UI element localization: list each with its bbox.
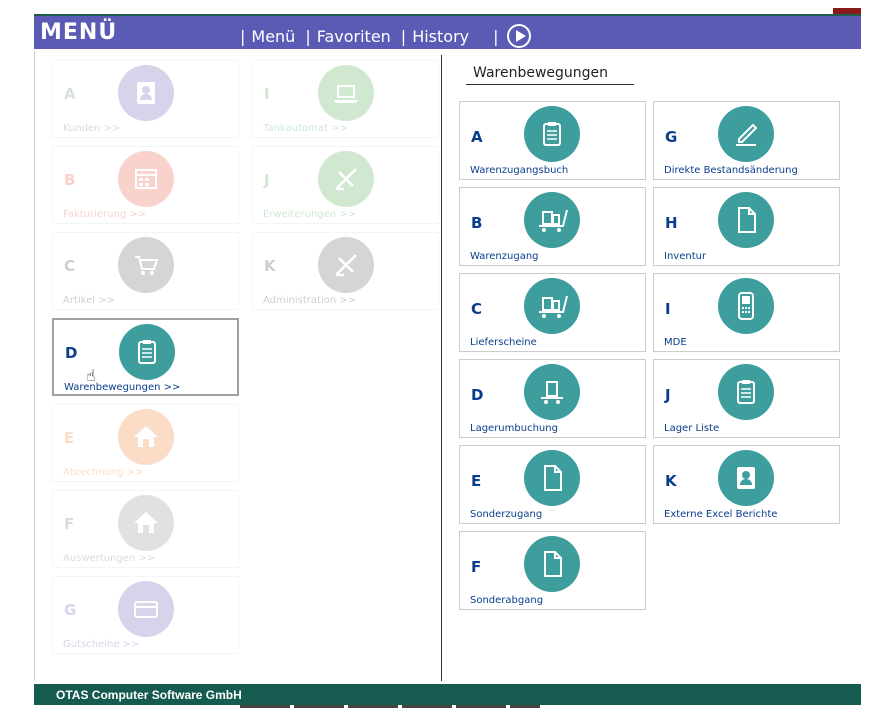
submenu-sonderabgang[interactable]: F Sonderabgang — [459, 531, 646, 610]
section-title-underline — [466, 84, 634, 85]
pen-icon — [718, 106, 774, 162]
menu-card-administration[interactable]: K Administration >> — [252, 232, 439, 310]
tools-icon — [318, 237, 374, 293]
hand-cursor-icon: ☝ — [86, 366, 96, 385]
cart-icon — [118, 237, 174, 293]
clipboard-icon — [524, 106, 580, 162]
submenu-externe-excel-berichte[interactable]: K Externe Excel Berichte — [653, 445, 840, 524]
submenu-direkte-bestandsaenderung[interactable]: G Direkte Bestandsänderung — [653, 101, 840, 180]
house-icon — [118, 409, 174, 465]
trolley-icon — [524, 364, 580, 420]
nav-menu[interactable]: Menü — [251, 27, 295, 46]
document-icon — [524, 450, 580, 506]
footer-bar: OTAS Computer Software GmbH — [34, 684, 861, 705]
house-icon — [118, 495, 174, 551]
submenu-lagerumbuchung[interactable]: D Lagerumbuchung — [459, 359, 646, 438]
submenu-lieferscheine[interactable]: C Lieferscheine — [459, 273, 646, 352]
section-title: Warenbewegungen — [473, 65, 609, 81]
menu-card-auswertungen[interactable]: F Auswertungen >> — [52, 490, 239, 568]
submenu-sonderzugang[interactable]: E Sonderzugang — [459, 445, 646, 524]
submenu-lager-liste[interactable]: J Lager Liste — [653, 359, 840, 438]
tools-icon — [318, 151, 374, 207]
luggage-cart-icon — [524, 278, 580, 334]
menu-card-gutscheine[interactable]: G Gutscheine >> — [52, 576, 239, 654]
clipboard-icon — [718, 364, 774, 420]
contacts-icon — [718, 450, 774, 506]
document-icon — [718, 192, 774, 248]
top-navigation: | Menü | Favoriten | History | — [240, 24, 531, 48]
menu-card-abrechnung[interactable]: E Abrechnung >> — [52, 404, 239, 482]
menu-card-kunden[interactable]: A Kunden >> — [52, 60, 239, 138]
pane-divider — [441, 55, 442, 681]
card-icon — [118, 581, 174, 637]
submenu-warenzugang[interactable]: B Warenzugang — [459, 187, 646, 266]
calculator-icon — [118, 151, 174, 207]
menu-card-warenbewegungen[interactable]: D Warenbewegungen >> — [52, 318, 239, 396]
document-icon — [524, 536, 580, 592]
menu-card-erweiterungen[interactable]: J Erweiterungen >> — [252, 146, 439, 224]
submenu-mde[interactable]: I MDE — [653, 273, 840, 352]
top-menu-bar: MENÜ | Menü | Favoriten | History | — [34, 14, 861, 49]
submenu-inventur[interactable]: H Inventur — [653, 187, 840, 266]
play-circle-icon[interactable] — [506, 24, 531, 48]
nav-history[interactable]: History — [412, 27, 469, 46]
footer-company: OTAS Computer Software GmbH — [56, 688, 242, 702]
menu-card-artikel[interactable]: C Artikel >> — [52, 232, 239, 310]
luggage-cart-icon — [524, 192, 580, 248]
brand-title: MENÜ — [40, 20, 118, 45]
handheld-icon — [718, 278, 774, 334]
submenu-warenzugangsbuch[interactable]: A Warenzugangsbuch — [459, 101, 646, 180]
clipboard-icon — [119, 324, 175, 380]
laptop-icon — [318, 65, 374, 121]
nav-favoriten[interactable]: Favoriten — [317, 27, 391, 46]
menu-card-fakturierung[interactable]: B Fakturierung >> — [52, 146, 239, 224]
taskbar-strip — [240, 705, 540, 708]
contacts-icon — [118, 65, 174, 121]
menu-card-tankautomat[interactable]: I Tankautomat >> — [252, 60, 439, 138]
